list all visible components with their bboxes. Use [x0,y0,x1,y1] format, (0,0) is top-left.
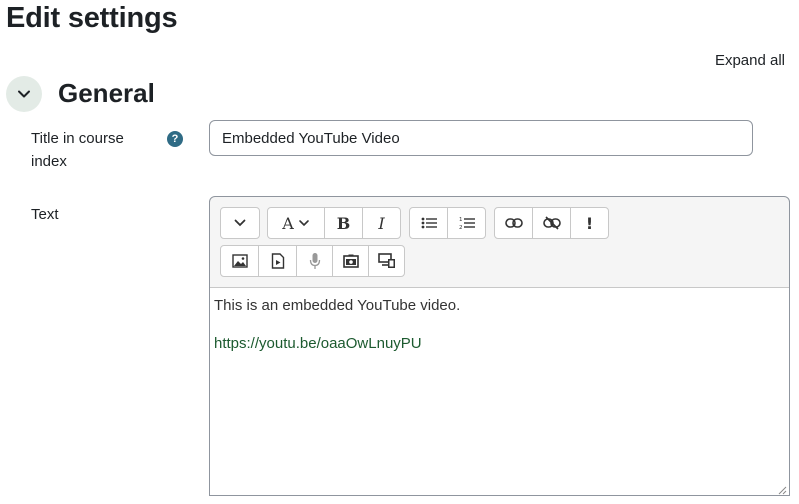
italic-icon: I [378,213,385,233]
font-icon: A [282,213,294,233]
unordered-list-icon [421,217,437,229]
editor-paragraph: This is an embedded YouTube video. [214,297,461,314]
text-field-label: Text [31,206,59,223]
toolbar-collapse-button[interactable] [221,208,259,238]
toolbar-group-media [220,245,405,277]
no-autolink-button[interactable]: ! [571,208,608,238]
help-icon[interactable]: ? [167,131,183,147]
manage-files-button[interactable] [369,246,404,276]
record-video-button[interactable] [333,246,369,276]
title-input[interactable] [209,120,753,156]
section-collapse-button[interactable] [6,76,42,112]
screen-manage-icon [377,253,395,268]
bold-icon: B [336,213,351,233]
unlink-icon [542,216,561,230]
editor-toolbar: A B I 1 2 ! [210,197,789,288]
page-title: Edit settings [6,2,178,34]
chevron-down-icon [298,220,309,227]
italic-button[interactable]: I [363,208,400,238]
toolbar-group-style: A B I [267,207,401,239]
svg-text:1: 1 [459,217,463,223]
image-icon [231,254,248,268]
editor-content-area[interactable]: This is an embedded YouTube video. https… [210,287,789,495]
unordered-list-button[interactable] [410,208,448,238]
svg-text:2: 2 [459,225,463,230]
media-icon [271,253,284,269]
chevron-down-icon [234,219,246,227]
youtube-link[interactable]: https://youtu.be/oaaOwLnuyPU [214,335,422,352]
media-button[interactable] [259,246,297,276]
font-style-button[interactable]: A [268,208,325,238]
image-button[interactable] [221,246,259,276]
no-autolink-icon: ! [585,213,594,233]
text-editor: A B I 1 2 ! This is an embedded YouTube … [209,196,790,496]
chevron-down-icon [18,90,30,98]
ordered-list-button[interactable]: 1 2 [448,208,485,238]
video-record-icon [342,254,359,268]
toolbar-group-collapse [220,207,260,239]
resize-handle-icon[interactable] [777,485,787,495]
record-audio-button[interactable] [297,246,333,276]
link-button[interactable] [495,208,533,238]
expand-all-link[interactable]: Expand all [715,52,785,69]
section-title: General [58,78,155,108]
bold-button[interactable]: B [325,208,363,238]
microphone-icon [309,253,320,269]
link-icon [504,218,523,228]
toolbar-group-links: ! [494,207,609,239]
toolbar-group-lists: 1 2 [409,207,486,239]
title-field-label: Title in course index [31,130,124,170]
unlink-button[interactable] [533,208,571,238]
ordered-list-icon: 1 2 [459,217,475,230]
